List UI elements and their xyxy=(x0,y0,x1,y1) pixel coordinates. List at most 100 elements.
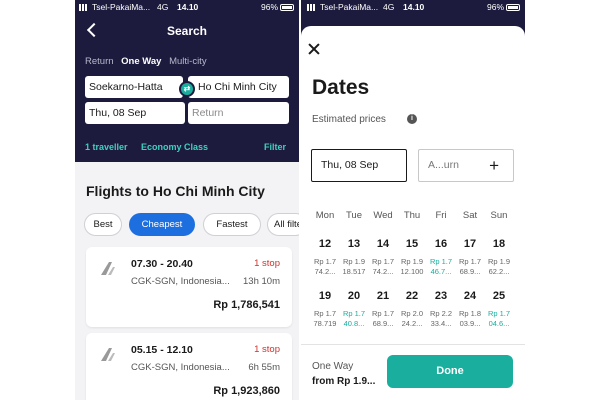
day-number: 20 xyxy=(347,290,361,302)
done-button[interactable]: Done xyxy=(387,355,513,388)
tab-one-way[interactable]: One Way xyxy=(121,56,161,67)
estimated-prices-label: Estimated prices xyxy=(312,114,386,125)
return-placeholder: A...urn xyxy=(428,159,459,171)
sort-chip-best[interactable]: Best xyxy=(84,213,122,236)
trip-type-label: One Way xyxy=(312,361,354,372)
cabin-class-selector[interactable]: Economy Class xyxy=(141,142,208,152)
return-date-box[interactable]: A...urn + xyxy=(418,149,514,182)
status-bar: Tsel-PakaiMa... 4G 14.10 96% xyxy=(75,0,299,14)
from-price: from Rp 1.9... xyxy=(312,376,376,387)
carrier-label: Tsel-PakaiMa... xyxy=(79,2,150,12)
network-type: 4G xyxy=(383,2,395,12)
day-number: 13 xyxy=(347,238,361,250)
destination-field[interactable]: Ho Chi Minh City xyxy=(188,76,289,98)
trip-type-tabs: Return One Way Multi-city xyxy=(85,56,212,67)
flight-times: 07.30 - 20.40 xyxy=(131,258,193,270)
flight-card[interactable]: 05.15 - 12.10 1 stop CGK-SGN, Indonesia.… xyxy=(86,333,292,400)
tab-multi-city[interactable]: Multi-city xyxy=(169,56,206,67)
day-price-detail: 68.9... xyxy=(459,267,481,276)
dates-sheet: Dates Estimated prices i Thu, 08 Sep A..… xyxy=(301,26,525,400)
search-results-screen: Tsel-PakaiMa... 4G 14.10 96% Search Retu… xyxy=(75,0,299,400)
airline-logo-icon xyxy=(101,262,115,275)
network-type: 4G xyxy=(157,2,169,12)
signal-icon xyxy=(79,4,89,11)
dates-title: Dates xyxy=(312,76,370,99)
day-price: Rp 1.7 xyxy=(371,309,395,318)
airline-logo-icon xyxy=(101,348,115,361)
dates-screen: Tsel-PakaiMa... 4G 14.10 96% Dates Estim… xyxy=(301,0,525,400)
day-number: 12 xyxy=(318,238,332,250)
divider xyxy=(301,344,525,345)
stop-count: 1 stop xyxy=(254,344,280,355)
filter-button[interactable]: Filter xyxy=(264,142,286,152)
day-number: 14 xyxy=(376,238,390,250)
day-price-detail: 33.4... xyxy=(430,319,452,328)
results-title: Flights to Ho Chi Minh City xyxy=(86,183,265,199)
sort-chip-all-filters[interactable]: All filte xyxy=(267,213,299,236)
page-title: Search xyxy=(166,24,208,38)
day-price-detail: 18.517 xyxy=(342,267,366,276)
depart-date-box[interactable]: Thu, 08 Sep xyxy=(311,149,407,182)
day-price: Rp 1.9 xyxy=(400,257,424,266)
day-number: 23 xyxy=(434,290,448,302)
day-number: 18 xyxy=(492,238,506,250)
battery-icon xyxy=(506,4,520,11)
day-number: 24 xyxy=(463,290,477,302)
tab-return[interactable]: Return xyxy=(85,56,114,67)
day-price-detail: 68.9... xyxy=(372,319,394,328)
sort-chip-fastest[interactable]: Fastest xyxy=(203,213,261,236)
flight-duration: 6h 55m xyxy=(248,362,280,373)
close-icon[interactable] xyxy=(307,42,321,56)
weekday-label: Fri xyxy=(435,210,447,221)
day-price: Rp 1.7 xyxy=(429,257,453,266)
carrier-label: Tsel-PakaiMa... xyxy=(307,2,378,12)
day-price-detail: 04.6... xyxy=(488,319,510,328)
day-price: Rp 1.7 xyxy=(487,309,511,318)
day-number: 17 xyxy=(463,238,477,250)
depart-date-field[interactable]: Thu, 08 Sep xyxy=(85,102,185,124)
day-number: 25 xyxy=(492,290,506,302)
flight-route: CGK-SGN, Indonesia... xyxy=(131,276,230,287)
day-price: Rp 1.9 xyxy=(487,257,511,266)
info-icon[interactable]: i xyxy=(407,114,417,124)
travellers-selector[interactable]: 1 traveller xyxy=(85,142,128,152)
day-price-detail: 03.9... xyxy=(459,319,481,328)
day-number: 19 xyxy=(318,290,332,302)
weekday-label: Mon xyxy=(315,210,335,221)
weekday-label: Wed xyxy=(373,210,393,221)
weekday-label: Thu xyxy=(403,210,421,221)
day-price: Rp 1.7 xyxy=(371,257,395,266)
flight-price: Rp 1,923,860 xyxy=(213,385,280,397)
flight-card[interactable]: 07.30 - 20.40 1 stop CGK-SGN, Indonesia.… xyxy=(86,247,292,327)
day-price: Rp 1.7 xyxy=(458,257,482,266)
day-price: Rp 2.2 xyxy=(429,309,453,318)
day-price-detail: 12.100 xyxy=(400,267,424,276)
weekday-label: Sat xyxy=(462,210,478,221)
flight-route: CGK-SGN, Indonesia... xyxy=(131,362,230,373)
flight-times: 05.15 - 12.10 xyxy=(131,344,193,356)
weekday-label: Sun xyxy=(490,210,508,221)
day-number: 15 xyxy=(405,238,419,250)
plus-icon: + xyxy=(489,156,499,175)
return-date-field[interactable]: Return xyxy=(188,102,289,124)
day-price: Rp 1.7 xyxy=(313,309,337,318)
day-price: Rp 2.0 xyxy=(400,309,424,318)
swap-icon[interactable]: ⇄ xyxy=(179,81,195,97)
day-price-detail: 74.2... xyxy=(372,267,394,276)
weekday-label: Tue xyxy=(345,210,363,221)
day-price-detail: 74.2... xyxy=(314,267,336,276)
sort-chip-cheapest[interactable]: Cheapest xyxy=(129,213,195,236)
day-number: 22 xyxy=(405,290,419,302)
battery-status: 96% xyxy=(261,2,294,12)
day-price: Rp 1.7 xyxy=(342,309,366,318)
stop-count: 1 stop xyxy=(254,258,280,269)
day-price-detail: 62.2... xyxy=(488,267,510,276)
flight-price: Rp 1,786,541 xyxy=(213,299,280,311)
origin-field[interactable]: Soekarno-Hatta xyxy=(85,76,183,98)
day-price: Rp 1.8 xyxy=(458,309,482,318)
day-price-detail: 46.7... xyxy=(430,267,452,276)
clock: 14.10 xyxy=(403,2,425,12)
day-price-detail: 24.2... xyxy=(401,319,423,328)
clock: 14.10 xyxy=(177,2,199,12)
day-price-detail: 78.719 xyxy=(313,319,337,328)
